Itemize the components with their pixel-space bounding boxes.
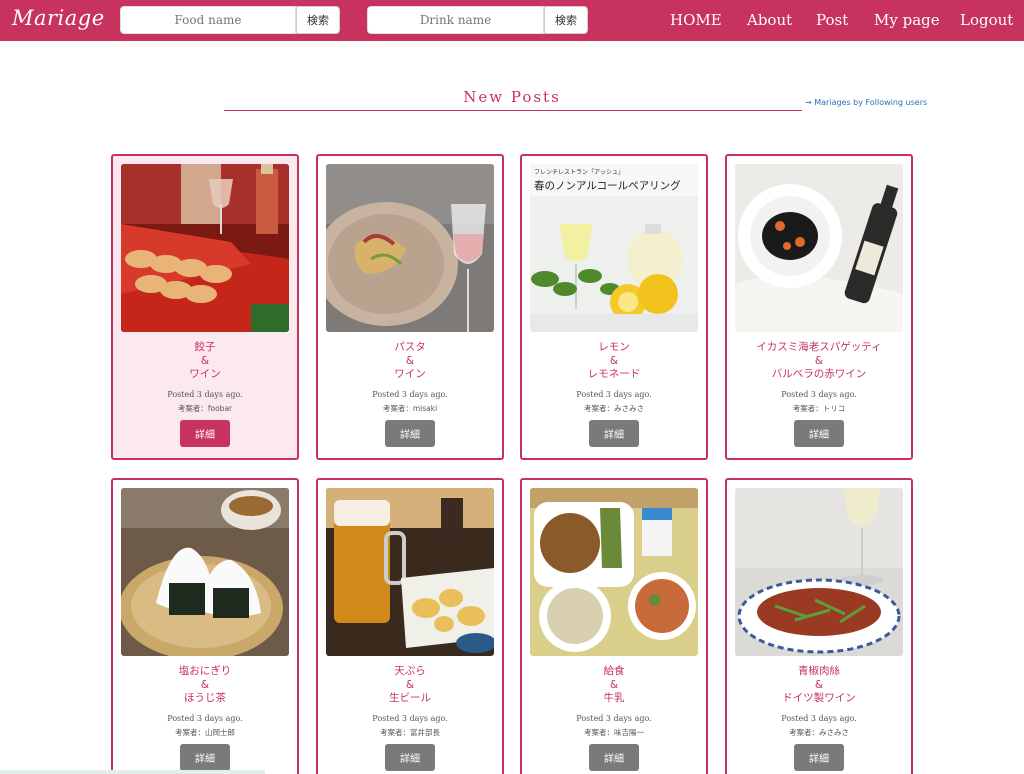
post-image-lemon[interactable]: フレンチレストラン「アッシュ」 春のノンアルコールペアリング	[530, 164, 698, 332]
following-users-link[interactable]: → Mariages by Following users	[805, 98, 927, 107]
post-title: 青椒肉絲 & ドイツ製ワイン	[727, 665, 911, 706]
post-title: イカスミ海老スパゲッティ & バルベラの赤ワイン	[727, 341, 911, 382]
pair-symbol: &	[405, 354, 415, 367]
detail-button[interactable]: 詳細	[589, 420, 639, 447]
post-author: 考案者：山岡士郎	[175, 728, 235, 737]
nav-my-page[interactable]: My page	[874, 11, 940, 29]
post-card: 給食 & 牛乳 Posted 3 days ago. 考案者：味吉陽一 詳細	[520, 478, 708, 774]
image-caption-small: フレンチレストラン「アッシュ」	[534, 169, 624, 176]
post-author: 考案者：トリコ	[792, 404, 846, 413]
drink-search-input[interactable]	[367, 6, 544, 34]
post-card: 天ぷら & 生ビール Posted 3 days ago. 考案者：富井部長 詳…	[316, 478, 504, 774]
post-image-chinjao-rosu[interactable]	[735, 488, 903, 656]
food-search-button[interactable]: 検索	[296, 6, 340, 34]
nav-post[interactable]: Post	[816, 11, 848, 29]
detail-button[interactable]: 詳細	[180, 420, 230, 447]
title-underline	[224, 110, 802, 111]
post-card: 青椒肉絲 & ドイツ製ワイン Posted 3 days ago. 考案者：みさ…	[725, 478, 913, 774]
drink-name: レモネード	[587, 368, 641, 380]
post-date: Posted 3 days ago.	[781, 714, 857, 723]
nav-home[interactable]: HOME	[670, 11, 722, 29]
post-image-tempura[interactable]	[326, 488, 494, 656]
top-navbar: Mariage 検索 検索 HOME About Post My page Lo…	[0, 0, 1024, 41]
post-date: Posted 3 days ago.	[167, 390, 243, 399]
post-title: 天ぷら & 生ビール	[318, 665, 502, 706]
detail-button[interactable]: 詳細	[794, 744, 844, 771]
food-name: イカスミ海老スパゲッティ	[756, 341, 882, 353]
post-title: 塩おにぎり & ほうじ茶	[113, 665, 297, 706]
post-title: レモン & レモネード	[522, 341, 706, 382]
post-image-onigiri[interactable]	[121, 488, 289, 656]
detail-button[interactable]: 詳細	[180, 744, 230, 771]
site-logo[interactable]: Mariage	[12, 6, 105, 30]
post-title: 餃子 & ワイン	[113, 341, 297, 382]
food-name: 塩おにぎり	[178, 665, 232, 677]
post-author: 考案者：みさみさ	[789, 728, 849, 737]
post-author: 考案者：misaki	[382, 404, 438, 413]
detail-button[interactable]: 詳細	[385, 420, 435, 447]
horizontal-scrollbar[interactable]	[0, 770, 265, 774]
food-name: 給食	[603, 665, 625, 677]
post-author: 考案者：味吉陽一	[584, 728, 644, 737]
image-caption-large: 春のノンアルコールペアリング	[534, 179, 681, 192]
post-date: Posted 3 days ago.	[167, 714, 243, 723]
food-name: パスタ	[394, 341, 426, 353]
drink-search-button[interactable]: 検索	[544, 6, 588, 34]
pair-symbol: &	[405, 678, 415, 691]
post-title: 給食 & 牛乳	[522, 665, 706, 706]
post-card: 餃子 & ワイン Posted 3 days ago. 考案者：foobar 詳…	[111, 154, 299, 460]
pair-symbol: &	[814, 678, 824, 691]
pair-symbol: &	[609, 678, 619, 691]
food-name: 天ぷら	[394, 665, 426, 677]
food-name: レモン	[598, 341, 630, 353]
post-image-gyoza[interactable]	[121, 164, 289, 332]
post-image-pasta[interactable]	[326, 164, 494, 332]
post-author: 考案者：みさみさ	[584, 404, 644, 413]
post-date: Posted 3 days ago.	[781, 390, 857, 399]
food-name: 餃子	[194, 341, 216, 353]
drink-name: ドイツ製ワイン	[782, 692, 856, 704]
pair-symbol: &	[200, 678, 210, 691]
post-date: Posted 3 days ago.	[372, 390, 448, 399]
pair-symbol: &	[814, 354, 824, 367]
post-date: Posted 3 days ago.	[576, 714, 652, 723]
detail-button[interactable]: 詳細	[385, 744, 435, 771]
pair-symbol: &	[200, 354, 210, 367]
drink-name: バルベラの赤ワイン	[771, 368, 867, 380]
pair-symbol: &	[609, 354, 619, 367]
food-name: 青椒肉絲	[798, 665, 840, 677]
nav-about[interactable]: About	[747, 11, 792, 29]
post-card: フレンチレストラン「アッシュ」 春のノンアルコールペアリング レモン & レモネ…	[520, 154, 708, 460]
post-date: Posted 3 days ago.	[576, 390, 652, 399]
post-image-school-lunch[interactable]	[530, 488, 698, 656]
post-card: パスタ & ワイン Posted 3 days ago. 考案者：misaki …	[316, 154, 504, 460]
post-image-squid-ink-pasta[interactable]	[735, 164, 903, 332]
post-card: 塩おにぎり & ほうじ茶 Posted 3 days ago. 考案者：山岡士郎…	[111, 478, 299, 774]
post-title: パスタ & ワイン	[318, 341, 502, 382]
drink-name: ワイン	[189, 368, 221, 380]
detail-button[interactable]: 詳細	[589, 744, 639, 771]
detail-button[interactable]: 詳細	[794, 420, 844, 447]
food-search-input[interactable]	[120, 6, 296, 34]
nav-logout[interactable]: Logout	[960, 11, 1013, 29]
drink-name: ワイン	[394, 368, 426, 380]
post-card: イカスミ海老スパゲッティ & バルベラの赤ワイン Posted 3 days a…	[725, 154, 913, 460]
drink-name: ほうじ茶	[184, 692, 226, 704]
post-author: 考案者：foobar	[177, 404, 233, 413]
drink-name: 生ビール	[389, 692, 431, 704]
post-author: 考案者：富井部長	[380, 728, 440, 737]
page-title: New Posts	[463, 88, 561, 106]
drink-name: 牛乳	[603, 692, 625, 704]
post-date: Posted 3 days ago.	[372, 714, 448, 723]
